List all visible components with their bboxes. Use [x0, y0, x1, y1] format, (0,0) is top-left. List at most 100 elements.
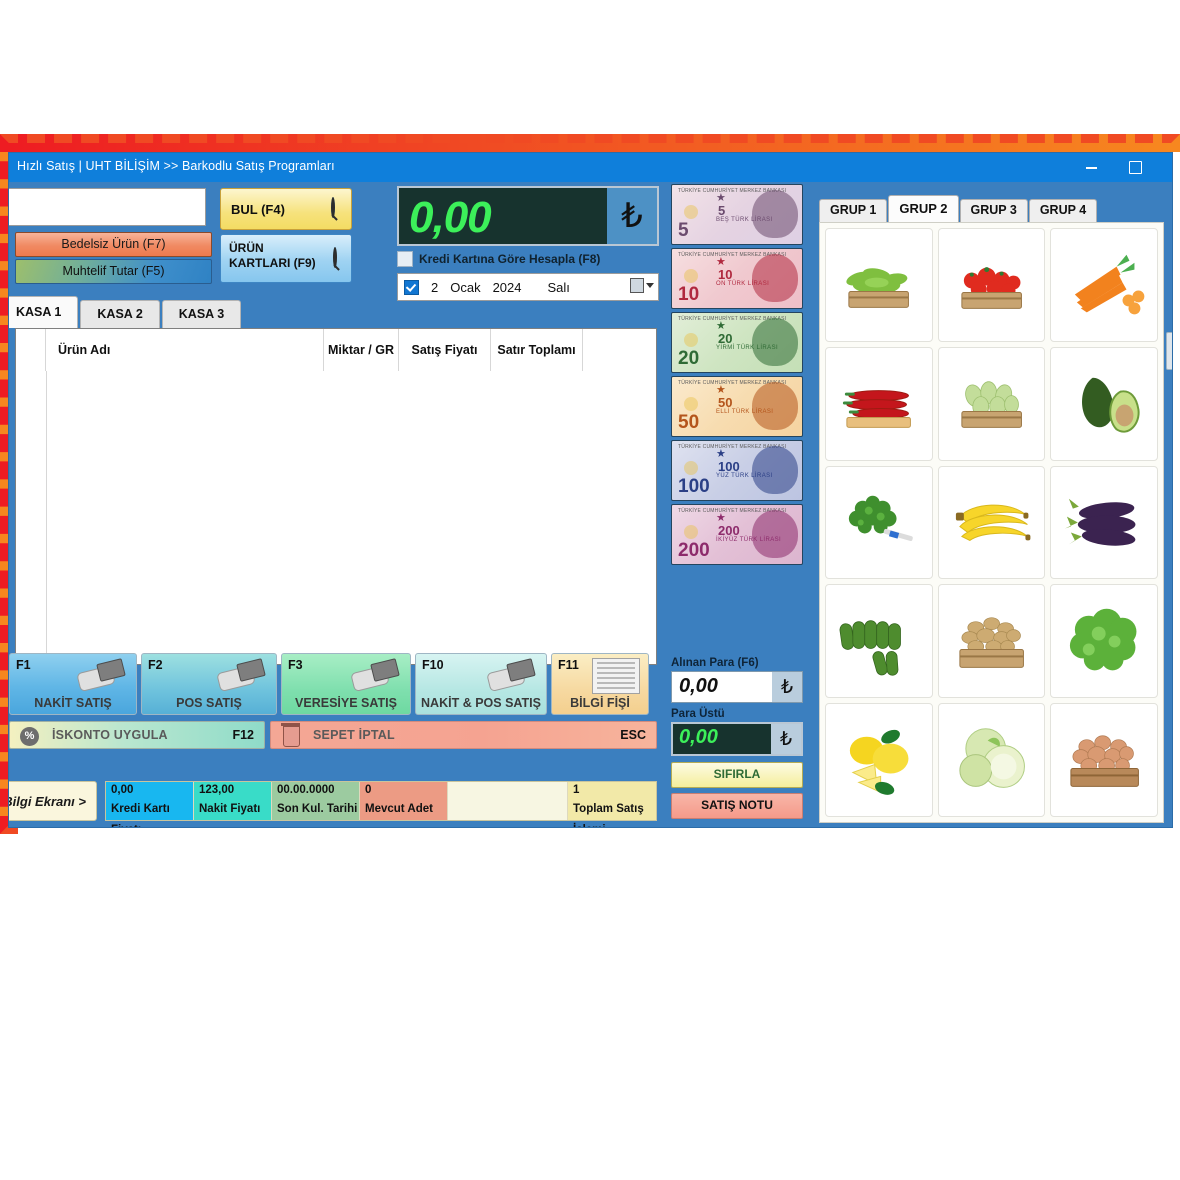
hologram-icon	[684, 461, 698, 475]
portrait-icon	[752, 318, 798, 366]
date-month[interactable]: Ocak	[450, 280, 480, 295]
carrot-icon	[1051, 229, 1157, 341]
magnifier-icon	[333, 247, 340, 271]
product-tab-grup-1[interactable]: GRUP 1	[819, 199, 888, 222]
product-cell[interactable]	[937, 346, 1046, 461]
hand-card-icon	[350, 658, 400, 693]
banknote-list: TÜRKİYE CUMHURİYET MERKEZ BANKASI ★ 5 BE…	[671, 184, 803, 568]
kasa-tab-2[interactable]: KASA 2	[80, 300, 160, 328]
product-cell[interactable]	[937, 465, 1046, 580]
status-field-nakit: 123,00 Nakit Fiyatı	[194, 782, 272, 820]
nakit-satis-button[interactable]: F1 NAKİT SATIŞ	[9, 653, 137, 715]
product-cell[interactable]	[937, 703, 1046, 817]
iskonto-key: F12	[232, 728, 254, 742]
kasa-tab-1[interactable]: KASA 1	[9, 296, 79, 328]
grid-body[interactable]	[16, 371, 656, 664]
bedelsiz-urun-button[interactable]: Bedelsiz Ürün (F7)	[15, 232, 212, 257]
grid-col-satis-fiyati: Satış Fiyatı	[399, 329, 491, 371]
percent-icon: %	[20, 727, 39, 746]
banknote-10-button[interactable]: TÜRKİYE CUMHURİYET MERKEZ BANKASI ★ 10 O…	[671, 248, 803, 309]
product-grid-scrollbar[interactable]	[1166, 332, 1172, 370]
product-cell[interactable]	[1050, 465, 1158, 580]
product-tab-grup-2[interactable]: GRUP 2	[888, 195, 959, 222]
sifirla-button[interactable]: SIFIRLA	[671, 762, 803, 788]
product-tab-grup-4[interactable]: GRUP 4	[1028, 199, 1098, 222]
tomato-crate-icon	[939, 229, 1045, 341]
credit-card-checkbox[interactable]	[397, 251, 413, 267]
product-cell[interactable]	[1050, 346, 1158, 461]
kasa-tab-3[interactable]: KASA 3	[161, 300, 242, 328]
banknote-20-button[interactable]: TÜRKİYE CUMHURİYET MERKEZ BANKASI ★ 20 Y…	[671, 312, 803, 373]
total-display: 0,00 ₺	[397, 186, 659, 246]
date-weekday: Salı	[547, 279, 570, 295]
product-cell[interactable]	[825, 703, 933, 817]
portrait-icon	[752, 382, 798, 430]
bilgi-fisi-key: F11	[558, 658, 579, 672]
product-cell[interactable]	[825, 584, 933, 699]
veresiye-satis-button[interactable]: F3 VERESİYE SATIŞ	[281, 653, 411, 715]
portrait-icon	[752, 510, 798, 558]
urun-kartlari-button[interactable]: ÜRÜN KARTLARI (F9)	[220, 234, 352, 283]
sales-items-grid[interactable]: Ürün Adı Miktar / GR Satış Fiyatı Satır …	[15, 328, 657, 665]
son-kul-tarihi-value: 00.00.0000	[277, 784, 335, 796]
banknote-50-button[interactable]: TÜRKİYE CUMHURİYET MERKEZ BANKASI ★ 50 E…	[671, 376, 803, 437]
iskonto-uygula-button[interactable]: % İSKONTO UYGULA F12	[9, 721, 265, 749]
banknote-200-den2: 200	[718, 523, 740, 538]
kredi-karti-fiyati-value: 0,00	[111, 784, 134, 796]
nakit-satis-label: NAKİT SATIŞ	[34, 696, 112, 710]
credit-card-calc-row[interactable]: Kredi Kartına Göre Hesapla (F8)	[397, 249, 659, 269]
product-cell[interactable]	[1050, 228, 1158, 342]
banana-icon	[939, 467, 1045, 579]
banknote-200-denomination: 200	[678, 540, 710, 561]
eggplant-icon	[1051, 467, 1157, 579]
grid-col-satir-toplami: Satır Toplamı	[491, 329, 583, 371]
total-area: 0,00 ₺ Kredi Kartına Göre Hesapla (F8) 2…	[397, 186, 659, 301]
banknote-5-denomination: 5	[678, 220, 689, 241]
para-ustu-display: 0,00 ₺	[671, 722, 803, 756]
minimize-icon[interactable]	[1069, 153, 1113, 182]
sepet-iptal-button[interactable]: SEPET İPTAL ESC	[270, 721, 657, 749]
date-day[interactable]: 2	[431, 280, 438, 295]
maximize-icon[interactable]	[1113, 153, 1157, 182]
product-cell[interactable]	[825, 346, 933, 461]
product-cell[interactable]	[1050, 584, 1158, 699]
red-pepper-icon	[826, 348, 932, 460]
product-cell[interactable]	[937, 228, 1046, 342]
banknote-200-button[interactable]: TÜRKİYE CUMHURİYET MERKEZ BANKASI ★ 200 …	[671, 504, 803, 565]
product-tab-grup-3[interactable]: GRUP 3	[959, 199, 1028, 222]
grid-row-selector-column	[16, 371, 47, 664]
window-body: Bedelsiz Ürün (F7) Muhtelif Tutar (F5) B…	[9, 182, 1172, 827]
green-pepper-crate-icon	[826, 229, 932, 341]
bilgi-ekrani-button[interactable]: Bilgi Ekranı >	[9, 781, 97, 821]
date-year[interactable]: 2024	[493, 280, 522, 295]
status-field-blank	[448, 782, 568, 820]
date-picker[interactable]: 2 Ocak 2024 Salı	[397, 273, 659, 301]
calendar-icon[interactable]	[630, 278, 654, 293]
alinan-para-input[interactable]: 0,00 ₺	[671, 671, 803, 703]
product-cell[interactable]	[937, 584, 1046, 699]
mevcut-adet-value: 0	[365, 784, 372, 796]
alinan-para-value: 0,00	[679, 675, 718, 697]
kredi-karti-fiyati-label: Kredi Kartı Fiyatı	[111, 803, 170, 827]
banknote-5-button[interactable]: TÜRKİYE CUMHURİYET MERKEZ BANKASI ★ 5 BE…	[671, 184, 803, 245]
nakit-pos-satis-button[interactable]: F10 NAKİT & POS SATIŞ	[415, 653, 547, 715]
date-checkbox[interactable]	[404, 279, 419, 295]
bul-button[interactable]: BUL (F4)	[220, 188, 352, 230]
currency-symbol: ₺	[772, 672, 802, 702]
window-title-bar: Hızlı Satış | UHT BİLİŞİM >> Barkodlu Sa…	[9, 153, 1172, 182]
banknote-100-button[interactable]: TÜRKİYE CUMHURİYET MERKEZ BANKASI ★ 100 …	[671, 440, 803, 501]
product-cell[interactable]	[825, 228, 933, 342]
bilgi-fisi-button[interactable]: F11 BİLGİ FİŞİ	[551, 653, 649, 715]
status-field-son-kul-tarihi: 00.00.0000 Son Kul. Tarihi	[272, 782, 360, 820]
product-cell[interactable]	[1050, 703, 1158, 817]
nakit-pos-satis-key: F10	[422, 658, 444, 672]
satis-notu-button[interactable]: SATIŞ NOTU	[671, 793, 803, 819]
barcode-input[interactable]	[9, 188, 206, 226]
total-value: 0,00	[409, 193, 492, 242]
cucumber-icon	[826, 585, 932, 697]
pos-satis-button[interactable]: F2 POS SATIŞ	[141, 653, 277, 715]
barcode-input-wrap	[9, 188, 206, 226]
product-cell[interactable]	[825, 465, 933, 580]
muhtelif-tutar-button[interactable]: Muhtelif Tutar (F5)	[15, 259, 212, 284]
hand-card-icon	[486, 658, 536, 693]
